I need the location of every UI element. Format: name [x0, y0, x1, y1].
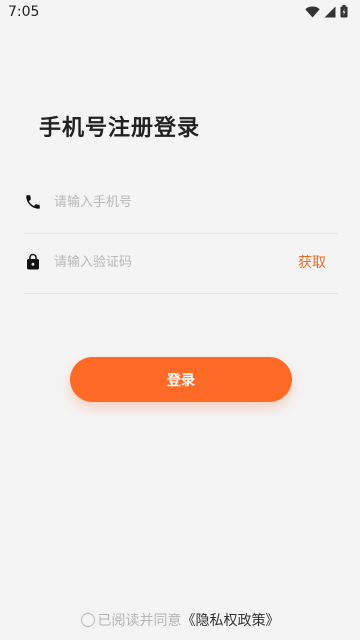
- phone-row: [24, 173, 338, 234]
- code-row: 获取: [24, 233, 338, 294]
- signal-icon: [324, 6, 336, 17]
- page-title: 手机号注册登录: [39, 116, 201, 141]
- privacy-policy-link[interactable]: 《隐私权政策》: [182, 610, 280, 630]
- agree-checkbox[interactable]: [80, 613, 95, 627]
- agree-text: 已阅读并同意: [97, 613, 182, 629]
- agreement: 已阅读并同意 《隐私权政策》: [0, 610, 360, 630]
- status-icons: [305, 5, 348, 18]
- verification-code-input[interactable]: [54, 251, 284, 273]
- status-time: 7:05: [8, 4, 40, 20]
- wifi-icon: [305, 6, 320, 17]
- phone-icon: [26, 195, 40, 209]
- login-button[interactable]: 登录: [70, 357, 292, 402]
- lock-icon: [27, 253, 39, 270]
- get-code-button[interactable]: 获取: [298, 252, 326, 272]
- status-bar: 7:05: [0, 0, 360, 24]
- login-screen: 7:05 手机号注册登录 获取 登录: [0, 0, 360, 640]
- battery-icon: [340, 5, 348, 18]
- phone-input[interactable]: [54, 191, 284, 213]
